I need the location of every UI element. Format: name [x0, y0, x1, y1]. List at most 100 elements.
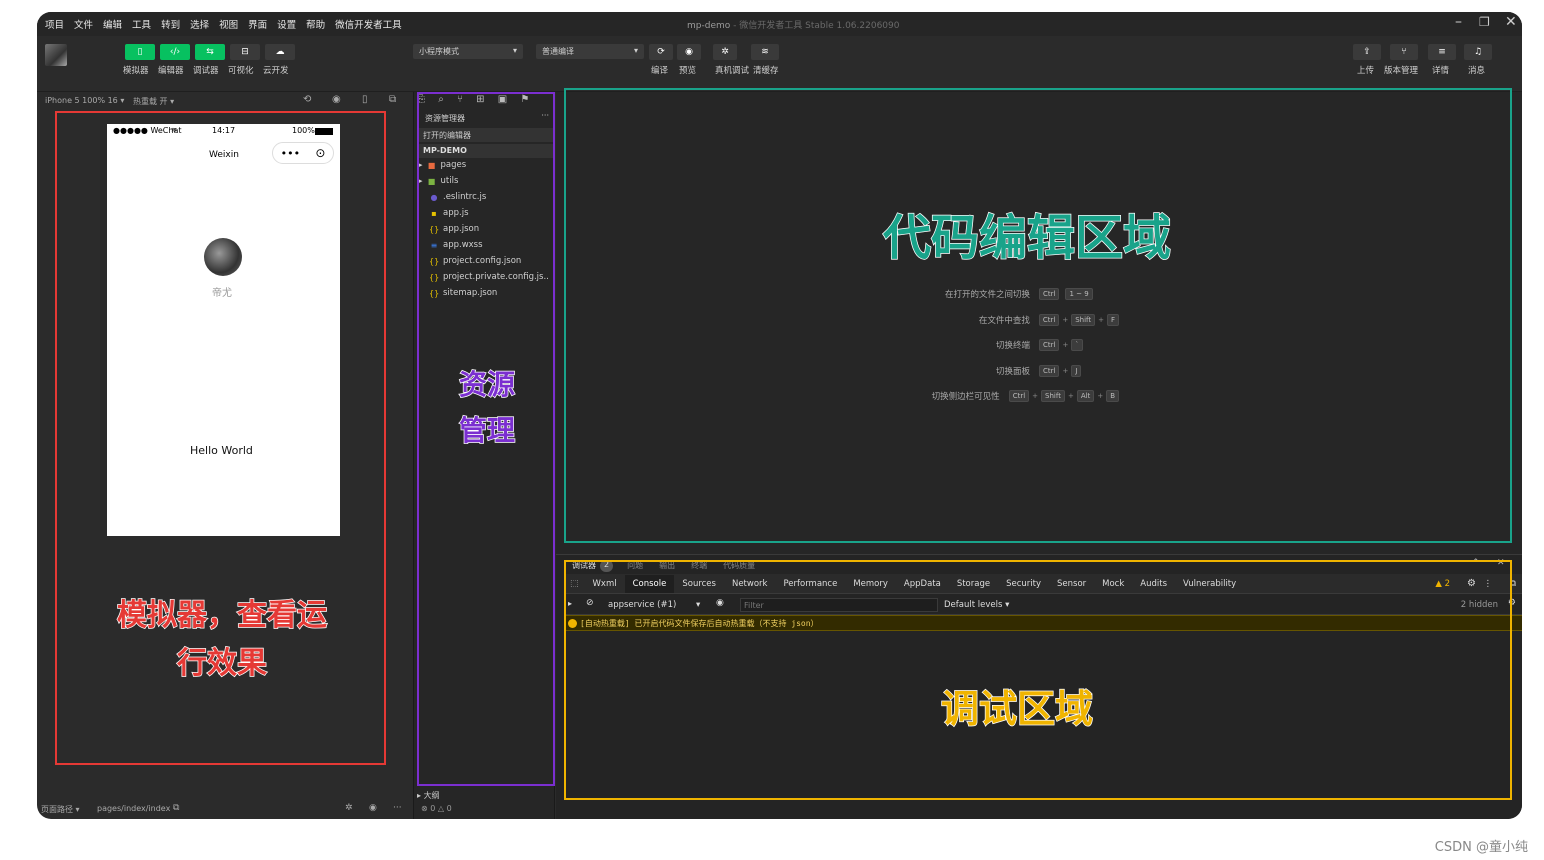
action-button-label: 清缓存 [753, 66, 779, 76]
key-plus: + [1067, 392, 1074, 400]
bug-icon[interactable]: ✲ [345, 803, 353, 813]
mode-select[interactable]: 小程序模式 ▾ [413, 44, 523, 59]
simulator-subbar: iPhone 5 100% 16 ▾ 热重载 开 ▾ ⟲ ◉ ▯ ⧉ [37, 92, 412, 110]
popout-icon[interactable]: ⧉ [389, 94, 396, 105]
shortcut-key: F [1106, 313, 1120, 326]
mode-button-label: 可视化 [228, 66, 254, 76]
right-button-label: 上传 [1357, 66, 1375, 76]
explorer-annotation: 资源 管理 [432, 362, 542, 454]
device-icon[interactable]: ▯ [362, 94, 368, 105]
hot-reload-toggle[interactable]: 热重载 开 ▾ [133, 96, 174, 107]
menu-item[interactable]: 微信开发者工具 [335, 17, 402, 31]
menu-item[interactable]: 转到 [161, 17, 180, 31]
shortcut-key: J [1071, 364, 1082, 377]
shortcut-row: 切换面板 Ctrl + J [737, 364, 1122, 377]
cloud-icon: ☁ [275, 47, 285, 57]
eye-icon[interactable]: ◉ [369, 803, 377, 813]
right-button-1[interactable]: ⑂ [1390, 44, 1418, 60]
menu-item[interactable]: 工具 [132, 17, 151, 31]
key-plus: + [1062, 315, 1069, 324]
outline-section[interactable]: ▸ 大纲 [417, 790, 440, 801]
action-button-0[interactable]: ⟳ [649, 44, 673, 60]
devtools-window: 项目 文件 编辑 工具 转到 选择 视图 界面 设置 帮助 微信开发者工具 mp-demo - 微信… [37, 12, 1522, 819]
bell-icon: ♫ [1473, 47, 1483, 57]
action-button-label: 编译 [651, 66, 669, 76]
refresh-icon: ⟳ [657, 47, 665, 57]
caret-down-icon: ▾ [512, 46, 517, 55]
debug-icon: ⇆ [206, 47, 214, 57]
explorer-annotation-line2: 管理 [458, 413, 516, 448]
project-name: mp-demo [687, 21, 731, 31]
menu-item[interactable]: 文件 [74, 17, 93, 31]
mode-button-3[interactable]: ⊟ [230, 44, 260, 60]
shortcut-key: Ctrl [1008, 390, 1030, 402]
restore-icon[interactable]: ❐ [1479, 15, 1490, 29]
shortcut-key: B [1106, 390, 1119, 402]
mode-button-label: 云开发 [263, 66, 289, 76]
shortcut-row: 切换侧边栏可见性 Ctrl + Shift + Alt + B [737, 390, 1122, 402]
phone-icon: ▯ [137, 47, 143, 57]
menu-item[interactable]: 设置 [277, 17, 296, 31]
shortcut-key: ` [1071, 339, 1083, 351]
mode-button-2[interactable]: ⇆ [195, 44, 225, 60]
user-avatar[interactable] [45, 44, 67, 66]
menu-item[interactable]: 界面 [248, 17, 267, 31]
mode-button-4[interactable]: ☁ [265, 44, 295, 60]
action-button-1[interactable]: ◉ [677, 44, 701, 60]
right-button-3[interactable]: ♫ [1464, 44, 1492, 60]
compile-select[interactable]: 普通编译 ▾ [536, 44, 644, 59]
shortcut-key: 1 ~ 9 [1065, 288, 1093, 300]
right-button-0[interactable]: ⇪ [1353, 44, 1381, 60]
debug-annotation: 调试区域 [940, 686, 1094, 732]
simulator-annotation: 模拟器，查看运 行效果 [77, 592, 367, 688]
key-plus: + [1062, 341, 1069, 349]
layout-icon: ⊟ [241, 47, 249, 57]
shortcut-row: 切换终端 Ctrl + ` [737, 339, 1122, 351]
shortcut-key: Ctrl [1039, 339, 1060, 351]
menu-item[interactable]: 项目 [45, 17, 64, 31]
key-plus: + [1097, 392, 1104, 400]
device-select[interactable]: iPhone 5 100% 16 ▾ [45, 96, 124, 105]
title-separator: - [733, 21, 737, 31]
simulator-annotation-line1: 模拟器，查看运 [116, 597, 328, 634]
simulator-annotation-line2: 行效果 [176, 645, 268, 682]
toolbar: ▯ 模拟器 ‹/› 编辑器 ⇆ 调试器 ⊟ 可视化 ☁ 云开发 小程序模式 ▾ 普通编译 ▾ ⟳ 编… [37, 36, 1522, 92]
menu-item[interactable]: 视图 [219, 17, 238, 31]
shortcut-label: 切换侧边栏可见性 [931, 392, 1000, 402]
mode-button-label: 模拟器 [123, 66, 149, 76]
minimize-icon[interactable]: – [1455, 14, 1462, 30]
shortcut-key: Ctrl [1039, 364, 1060, 377]
shortcut-label: 切换面板 [995, 366, 1030, 377]
branch-icon: ⑂ [1401, 47, 1407, 57]
mode-button-1[interactable]: ‹/› [160, 44, 190, 60]
action-button-3[interactable]: ≋ [751, 44, 779, 60]
code-icon: ‹/› [169, 47, 181, 57]
rotate-icon[interactable]: ⟲ [303, 94, 311, 105]
menu-item[interactable]: 帮助 [306, 17, 325, 31]
shortcut-label: 切换终端 [995, 341, 1030, 351]
mode-button-0[interactable]: ▯ [125, 44, 155, 60]
page-path: pages/index/index [97, 804, 171, 813]
right-button-2[interactable]: ≡ [1428, 44, 1456, 60]
record-icon[interactable]: ◉ [332, 94, 341, 105]
mode-select-value: 小程序模式 [419, 47, 459, 56]
shortcut-key: Ctrl [1038, 313, 1060, 326]
action-button-2[interactable]: ✲ [713, 44, 737, 60]
copy-icon[interactable]: ⧉ [173, 803, 179, 813]
action-button-label: 真机调试 [715, 66, 750, 76]
close-icon[interactable]: ✕ [1505, 14, 1517, 30]
shortcut-key: Shift [1071, 313, 1096, 326]
explorer-annotation-line1: 资源 [458, 367, 516, 402]
window-title: mp-demo - 微信开发者工具 Stable 1.06.2206090 [687, 18, 899, 31]
key-plus: + [1062, 366, 1069, 375]
action-button-label: 预览 [679, 66, 697, 76]
page-path-select[interactable]: 页面路径 ▾ [41, 804, 80, 815]
shortcut-row: 在打开的文件之间切换 Ctrl 1 ~ 9 [737, 288, 1122, 300]
status-bar: 页面路径 ▾ pages/index/index ⧉ ✲ ◉ ··· [37, 800, 412, 819]
right-button-label: 消息 [1468, 66, 1486, 76]
more-icon[interactable]: ··· [393, 803, 402, 813]
shortcut-label: 在打开的文件之间切换 [944, 290, 1030, 300]
menu-item[interactable]: 选择 [190, 17, 209, 31]
problems-count[interactable]: ⊗ 0 △ 0 [421, 804, 452, 813]
menu-item[interactable]: 编辑 [103, 17, 122, 31]
